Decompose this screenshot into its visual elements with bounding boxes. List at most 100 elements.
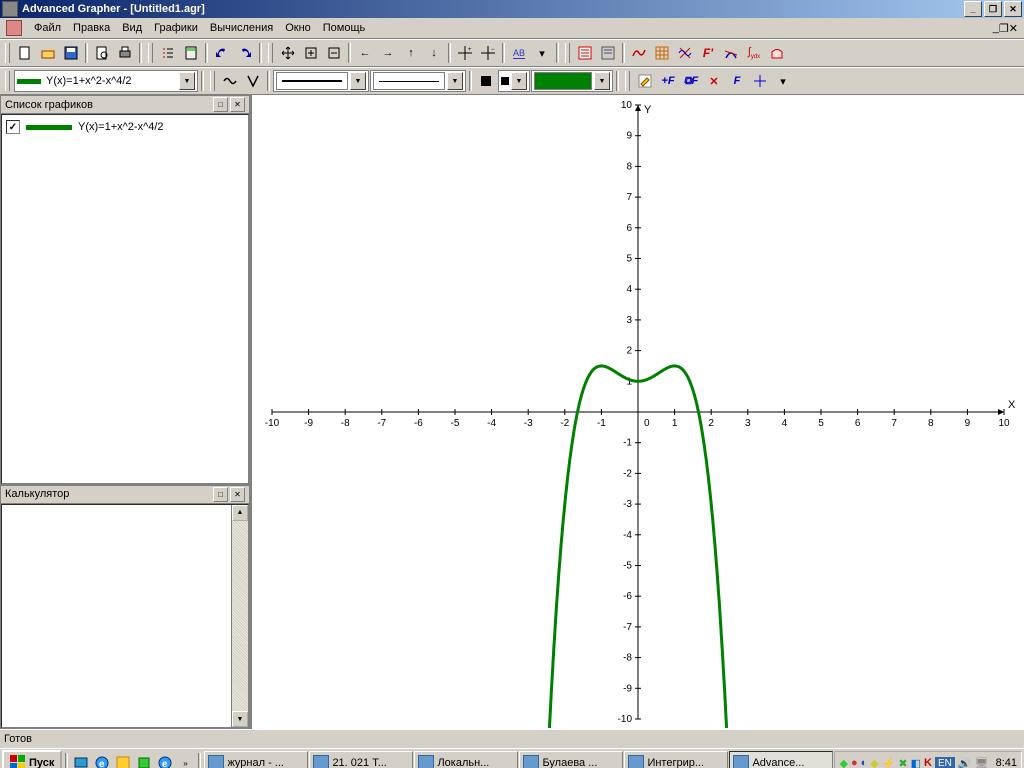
props-red-icon[interactable] xyxy=(574,42,596,64)
chevron-down-icon[interactable]: ▾ xyxy=(772,70,794,92)
line-width-dropdown[interactable]: ▼ xyxy=(370,70,466,92)
style-wave-icon[interactable] xyxy=(219,70,241,92)
print-button[interactable] xyxy=(114,42,136,64)
point-square-icon[interactable] xyxy=(475,70,497,92)
clock[interactable]: 8:41 xyxy=(996,757,1017,768)
text-label-icon[interactable]: AB xyxy=(508,42,530,64)
style-v-icon[interactable] xyxy=(242,70,264,92)
add-func-icon[interactable]: +F xyxy=(657,70,679,92)
preview-button[interactable] xyxy=(91,42,113,64)
taskbar-item[interactable]: Булаева ... xyxy=(519,751,623,768)
panel-close-button[interactable]: ✕ xyxy=(230,97,245,112)
taskbar-item[interactable]: Локальн... xyxy=(414,751,518,768)
taskbar-item[interactable]: 21. 021 Т... xyxy=(309,751,413,768)
ql-ie-icon[interactable]: e xyxy=(92,753,112,768)
grip-handle[interactable] xyxy=(5,71,10,91)
move-icon[interactable] xyxy=(277,42,299,64)
func-menu-icon[interactable]: F xyxy=(726,70,748,92)
taskbar-item[interactable]: Интегрир... xyxy=(624,751,728,768)
grip-handle[interactable] xyxy=(148,43,153,63)
maximize-button[interactable]: ❐ xyxy=(984,1,1002,17)
taskbar-item[interactable]: журнал - ... xyxy=(204,751,308,768)
menu-help[interactable]: Помощь xyxy=(317,21,372,35)
tray-icon[interactable]: K xyxy=(924,757,932,768)
graph-list-item[interactable]: ✓ Y(x)=1+x^2-x^4/2 xyxy=(2,115,248,136)
tray-icon[interactable]: ⚡ xyxy=(882,757,896,768)
mdi-close-button[interactable]: ✕ xyxy=(1009,22,1018,35)
grip-handle[interactable] xyxy=(210,71,215,91)
integral-icon[interactable]: ∫ydx xyxy=(743,42,765,64)
grip-handle[interactable] xyxy=(625,71,630,91)
area-icon[interactable] xyxy=(766,42,788,64)
point-style-dropdown[interactable]: ▼ xyxy=(498,70,530,92)
list-button[interactable] xyxy=(157,42,179,64)
trace-icon[interactable] xyxy=(749,70,771,92)
panel-dock-button[interactable]: □ xyxy=(213,97,228,112)
tangent-icon[interactable] xyxy=(720,42,742,64)
panel-close-button[interactable]: ✕ xyxy=(230,487,245,502)
save-button[interactable] xyxy=(60,42,82,64)
edit-props-icon[interactable] xyxy=(634,70,656,92)
tray-icon[interactable]: ◆ xyxy=(870,757,878,768)
ql-expand-icon[interactable]: » xyxy=(176,753,196,768)
menu-file[interactable]: Файл xyxy=(28,21,67,35)
calc-body[interactable]: ▲ ▼ xyxy=(1,504,249,728)
redo-button[interactable] xyxy=(234,42,256,64)
ql-ie2-icon[interactable]: e xyxy=(155,753,175,768)
arrow-left-icon[interactable]: ← xyxy=(354,42,376,64)
scrollbar[interactable]: ▲ ▼ xyxy=(231,505,248,727)
line-color-dropdown[interactable]: ▼ xyxy=(531,70,613,92)
tray-icon[interactable]: ◧ xyxy=(911,757,921,768)
ql-green-icon[interactable] xyxy=(134,753,154,768)
zoom-out-icon[interactable] xyxy=(323,42,345,64)
line-style-dropdown[interactable]: ▼ xyxy=(273,70,369,92)
lang-indicator[interactable]: EN xyxy=(935,757,955,768)
tray-icon[interactable]: ◐ xyxy=(861,757,868,768)
calc-button[interactable] xyxy=(180,42,202,64)
grid-icon[interactable] xyxy=(651,42,673,64)
derivative-icon[interactable]: F' xyxy=(697,42,719,64)
menu-edit[interactable]: Правка xyxy=(67,21,116,35)
undo-button[interactable] xyxy=(211,42,233,64)
ql-desktop-icon[interactable] xyxy=(71,753,91,768)
minimize-button[interactable]: _ xyxy=(964,1,982,17)
mdi-restore-button[interactable]: ❐ xyxy=(999,22,1009,35)
scroll-down-button[interactable]: ▼ xyxy=(232,711,248,727)
props-gray-icon[interactable] xyxy=(597,42,619,64)
arrow-right-icon[interactable]: → xyxy=(377,42,399,64)
tray-icon[interactable]: 🔊 xyxy=(958,757,972,768)
crosshair-plus-icon[interactable]: + xyxy=(454,42,476,64)
tray-icon[interactable]: ● xyxy=(851,757,858,768)
dup-func-icon[interactable]: ⧉F xyxy=(680,70,702,92)
chevron-down-icon[interactable]: ▾ xyxy=(531,42,553,64)
crosshair-minus-icon[interactable]: − xyxy=(477,42,499,64)
grip-handle[interactable] xyxy=(268,43,273,63)
plot-area[interactable]: XY-10-9-8-7-6-5-4-3-2-1012345678910-10-9… xyxy=(252,95,1024,729)
arrow-up-icon[interactable]: ↑ xyxy=(400,42,422,64)
menu-view[interactable]: Вид xyxy=(116,21,148,35)
menu-calc[interactable]: Вычисления xyxy=(204,21,279,35)
close-button[interactable]: ✕ xyxy=(1004,1,1022,17)
panel-dock-button[interactable]: □ xyxy=(213,487,228,502)
tray-icon[interactable]: 🖥 xyxy=(975,757,989,768)
arrow-down-icon[interactable]: ↓ xyxy=(423,42,445,64)
graph-checkbox[interactable]: ✓ xyxy=(6,120,20,134)
ql-yellow-icon[interactable] xyxy=(113,753,133,768)
zoom-in-icon[interactable] xyxy=(300,42,322,64)
taskbar-item[interactable]: Advance... xyxy=(729,751,833,768)
formula-dropdown[interactable]: Y(x)=1+x^2-x^4/2 ▼ xyxy=(14,70,198,92)
open-button[interactable] xyxy=(37,42,59,64)
new-button[interactable] xyxy=(14,42,36,64)
scroll-up-button[interactable]: ▲ xyxy=(232,505,248,521)
tray-icon[interactable]: ✖ xyxy=(898,757,907,768)
delete-func-icon[interactable]: ✕ xyxy=(703,70,725,92)
menu-window[interactable]: Окно xyxy=(279,21,317,35)
tray-icon[interactable]: ◆ xyxy=(839,757,847,768)
grip-handle[interactable] xyxy=(5,43,10,63)
side-panel: Список графиков □ ✕ ✓ Y(x)=1+x^2-x^4/2 К… xyxy=(0,95,252,729)
cross-wave-icon[interactable] xyxy=(674,42,696,64)
wave-red-icon[interactable] xyxy=(628,42,650,64)
grip-handle[interactable] xyxy=(565,43,570,63)
start-button[interactable]: Пуск xyxy=(2,750,62,768)
menu-graphs[interactable]: Графики xyxy=(148,21,204,35)
